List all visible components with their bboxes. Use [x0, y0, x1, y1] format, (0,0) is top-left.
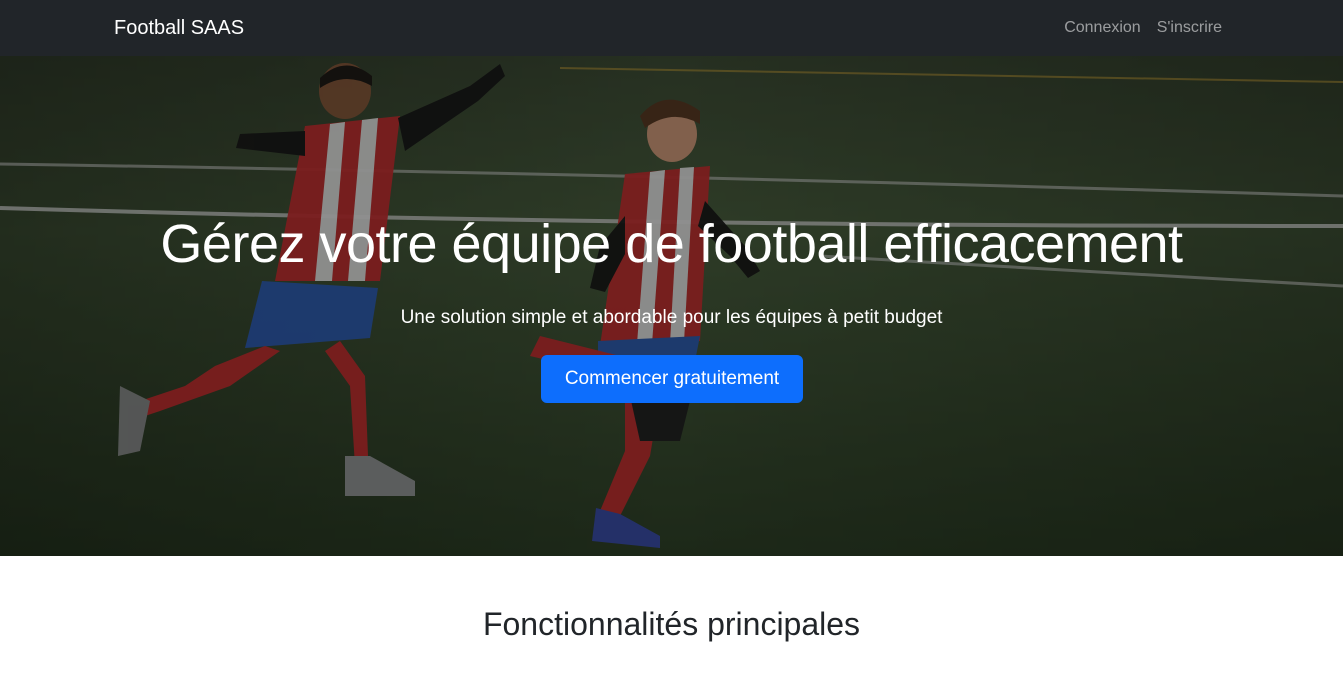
start-free-button[interactable]: Commencer gratuitement	[541, 355, 803, 403]
hero-title: Gérez votre équipe de football efficacem…	[160, 214, 1183, 274]
brand-link[interactable]: Football SAAS	[114, 16, 244, 40]
nav-link-signup[interactable]: S'inscrire	[1157, 17, 1222, 39]
navbar: Football SAAS Connexion S'inscrire	[0, 0, 1343, 56]
hero-section: Gérez votre équipe de football efficacem…	[0, 56, 1343, 556]
hero-subtitle: Une solution simple et abordable pour le…	[400, 307, 943, 328]
nav-link-login[interactable]: Connexion	[1064, 17, 1141, 39]
features-title: Fonctionnalités principales	[482, 606, 861, 642]
nav-links: Connexion S'inscrire	[1064, 17, 1222, 39]
